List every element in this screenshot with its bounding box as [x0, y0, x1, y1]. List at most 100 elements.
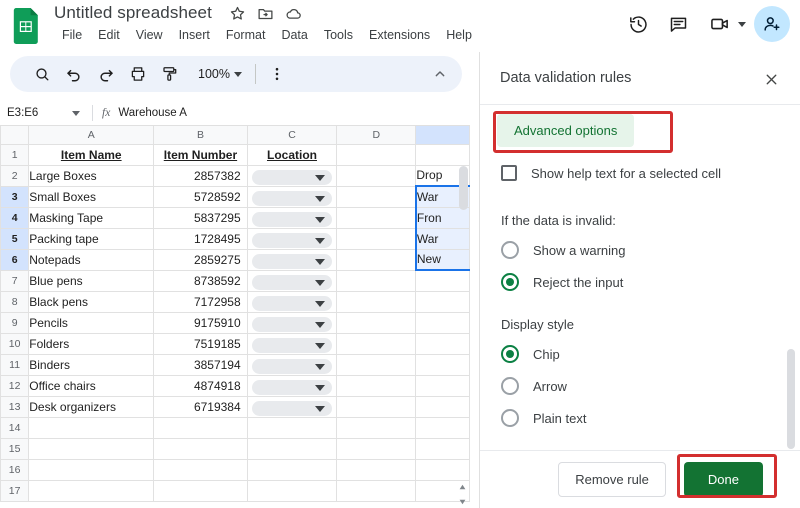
spreadsheet-grid[interactable]: A B C D 1 Item Name Item Number Location… [0, 126, 470, 508]
cell-d13[interactable] [336, 395, 417, 418]
paint-format-icon[interactable] [156, 60, 184, 88]
close-icon[interactable] [758, 66, 784, 92]
cell-d1[interactable] [336, 143, 417, 166]
cell-c15[interactable] [246, 437, 338, 460]
row-header[interactable]: 13 [0, 395, 30, 418]
radio-icon[interactable] [501, 409, 519, 427]
search-icon[interactable] [28, 60, 56, 88]
cell-a15[interactable] [28, 437, 155, 460]
radio-chip[interactable]: Chip [501, 345, 560, 363]
cell-d14[interactable] [336, 416, 417, 439]
column-header-e[interactable] [415, 126, 470, 145]
cell-c10[interactable] [246, 332, 338, 355]
redo-icon[interactable] [92, 60, 120, 88]
panel-scrollbar[interactable] [787, 109, 795, 449]
row-header[interactable]: 14 [0, 416, 30, 439]
chevron-up-icon[interactable] [426, 60, 454, 88]
row-header[interactable]: 2 [0, 164, 30, 187]
chevron-down-icon[interactable] [72, 110, 80, 116]
cell-b6[interactable]: 2859275 [153, 248, 248, 271]
cell-c7[interactable] [246, 269, 338, 292]
cell-d8[interactable] [336, 290, 417, 313]
cell-b17[interactable] [153, 479, 248, 502]
radio-arrow[interactable]: Arrow [501, 377, 567, 395]
radio-show-a-warning[interactable]: Show a warning [501, 241, 626, 259]
dropdown-chip[interactable] [251, 253, 333, 269]
radio-plain-text[interactable]: Plain text [501, 409, 586, 427]
cell-c17[interactable] [246, 479, 338, 502]
dropdown-chip[interactable] [251, 358, 333, 374]
menu-format[interactable]: Format [218, 26, 274, 44]
cell-a12[interactable]: Office chairs [28, 374, 155, 397]
menu-extensions[interactable]: Extensions [361, 26, 438, 44]
cloud-saved-icon[interactable] [285, 5, 302, 22]
dropdown-chip[interactable] [251, 295, 333, 311]
cell-c16[interactable] [246, 458, 338, 481]
radio-icon[interactable] [501, 377, 519, 395]
remove-rule-button[interactable]: Remove rule [558, 462, 666, 497]
cell-b9[interactable]: 9175910 [153, 311, 248, 334]
row-header[interactable]: 7 [0, 269, 30, 292]
star-icon[interactable] [229, 5, 246, 22]
share-person-add-icon[interactable] [754, 6, 790, 42]
show-help-text-checkbox-row[interactable]: Show help text for a selected cell [501, 165, 721, 181]
cell-d16[interactable] [336, 458, 417, 481]
print-icon[interactable] [124, 60, 152, 88]
cell-a3[interactable]: Small Boxes [28, 185, 155, 208]
done-button[interactable]: Done [683, 462, 763, 497]
cell-c6[interactable] [246, 248, 338, 271]
cell-a10[interactable]: Folders [28, 332, 155, 355]
cell-c9[interactable] [246, 311, 338, 334]
menu-data[interactable]: Data [273, 26, 315, 44]
menu-insert[interactable]: Insert [171, 26, 218, 44]
menu-edit[interactable]: Edit [90, 26, 128, 44]
row-header[interactable]: 16 [0, 458, 30, 481]
row-header[interactable]: 15 [0, 437, 30, 460]
column-header-c[interactable]: C [246, 126, 338, 145]
cell-d12[interactable] [336, 374, 417, 397]
cell-d15[interactable] [336, 437, 417, 460]
cell-c4[interactable] [246, 206, 338, 229]
more-vertical-icon[interactable] [263, 60, 291, 88]
row-header[interactable]: 4 [0, 206, 30, 229]
row-header[interactable]: 1 [0, 143, 30, 166]
comment-icon[interactable] [661, 7, 695, 41]
radio-icon-selected[interactable] [501, 273, 519, 291]
row-header[interactable]: 3 [0, 185, 30, 208]
move-to-folder-icon[interactable] [257, 5, 274, 22]
cell-b7[interactable]: 8738592 [153, 269, 248, 292]
cell-a8[interactable]: Black pens [28, 290, 155, 313]
cell-a6[interactable]: Notepads [28, 248, 155, 271]
row-header[interactable]: 5 [0, 227, 30, 250]
name-box[interactable]: E3:E6 [0, 100, 92, 126]
row-header[interactable]: 12 [0, 374, 30, 397]
cell-b13[interactable]: 6719384 [153, 395, 248, 418]
zoom-selector[interactable]: 100% [192, 64, 248, 84]
cell-b3[interactable]: 5728592 [153, 185, 248, 208]
scrollbar-thumb[interactable] [787, 349, 795, 449]
cell-d11[interactable] [336, 353, 417, 376]
cell-a16[interactable] [28, 458, 155, 481]
cell-b15[interactable] [153, 437, 248, 460]
cell-c3[interactable] [246, 185, 338, 208]
cell-a5[interactable]: Packing tape [28, 227, 155, 250]
cell-b12[interactable]: 4874918 [153, 374, 248, 397]
dropdown-chip[interactable] [251, 337, 333, 353]
menu-file[interactable]: File [54, 26, 90, 44]
radio-icon[interactable] [501, 241, 519, 259]
dropdown-chip[interactable] [251, 169, 333, 185]
cell-c2[interactable] [246, 164, 338, 187]
cell-b10[interactable]: 7519185 [153, 332, 248, 355]
cell-b11[interactable]: 3857194 [153, 353, 248, 376]
grid-vertical-scrollbar[interactable] [458, 146, 469, 508]
cell-d7[interactable] [336, 269, 417, 292]
dropdown-chip[interactable] [251, 211, 333, 227]
formula-input[interactable]: Warehouse A [118, 107, 187, 119]
cell-c11[interactable] [246, 353, 338, 376]
chevron-down-icon[interactable] [738, 21, 746, 27]
cell-a7[interactable]: Blue pens [28, 269, 155, 292]
cell-d2[interactable] [336, 164, 417, 187]
scroll-up-icon[interactable] [458, 479, 467, 490]
cell-b4[interactable]: 5837295 [153, 206, 248, 229]
checkbox-icon[interactable] [501, 165, 517, 181]
